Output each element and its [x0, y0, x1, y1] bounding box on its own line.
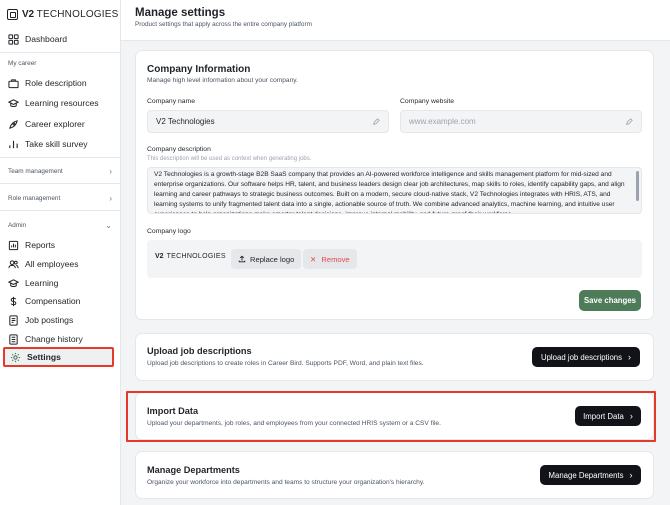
section-admin[interactable]: Admin ⌄	[8, 221, 112, 230]
manage-departments-card: Manage Departments Organize your workfor…	[135, 451, 654, 499]
history-list-icon	[9, 333, 18, 345]
dollar-icon	[10, 296, 17, 306]
company-website-input[interactable]: www.example.com	[400, 110, 642, 133]
sidebar-item-compensation[interactable]: Compensation	[8, 292, 80, 310]
chevron-right-icon: ›	[109, 194, 112, 203]
card-description: Organize your workforce into departments…	[147, 479, 425, 486]
sidebar-item-dashboard[interactable]: Dashboard	[8, 30, 67, 48]
card-description: Upload job descriptions to create roles …	[147, 360, 424, 367]
divider	[0, 183, 120, 184]
page-title: Manage settings	[135, 7, 226, 19]
sidebar-item-career-explorer[interactable]: Career explorer	[8, 115, 85, 133]
briefcase-icon	[8, 78, 19, 88]
chevron-right-icon: ›	[629, 470, 633, 480]
dashboard-grid-icon	[8, 33, 19, 45]
logo-area: V2 TECHNOLOGIES Replace logo ✕ Remove	[147, 240, 642, 278]
edit-pencil-icon	[372, 117, 380, 125]
sidebar-item-role-description[interactable]: Role description	[8, 74, 87, 92]
section-my-career: My career	[8, 60, 37, 67]
sidebar-item-all-employees[interactable]: All employees	[8, 255, 79, 273]
logo-mark-icon	[7, 9, 18, 20]
manage-departments-button[interactable]: Manage Departments ›	[540, 465, 641, 485]
sidebar-item-job-postings[interactable]: Job postings	[8, 311, 73, 329]
company-name-label: Company name	[147, 98, 195, 105]
sidebar-item-reports[interactable]: Reports	[8, 236, 55, 254]
card-description: Manage high level information about your…	[147, 77, 298, 84]
upload-job-descriptions-card: Upload job descriptions Upload job descr…	[135, 333, 654, 381]
section-team-management[interactable]: Team management ›	[8, 167, 112, 176]
company-description-textarea[interactable]: V2 Technologies is a growth-stage B2B Sa…	[147, 167, 642, 214]
remove-logo-button[interactable]: ✕ Remove	[303, 249, 357, 269]
card-title: Company Information	[147, 64, 251, 75]
edit-pencil-icon	[625, 117, 633, 125]
company-logo-label: Company logo	[147, 228, 191, 235]
compass-icon	[9, 119, 18, 129]
replace-logo-button[interactable]: Replace logo	[231, 249, 302, 269]
company-description-label: Company description	[147, 146, 211, 153]
bar-chart-icon	[9, 140, 18, 148]
page-subtitle: Product settings that apply across the e…	[135, 21, 312, 28]
sidebar-item-learning[interactable]: Learning	[8, 274, 58, 292]
company-information-card: Company Information Manage high level in…	[135, 50, 654, 320]
sidebar-item-change-history[interactable]: Change history	[8, 330, 83, 348]
graduation-cap-icon	[8, 278, 19, 287]
close-icon: ✕	[310, 254, 317, 264]
brand-logo[interactable]: V2 TECHNOLOGIES	[7, 9, 119, 20]
company-description-hint: This description will be used as context…	[147, 156, 312, 162]
chevron-right-icon: ›	[109, 167, 112, 176]
gear-icon	[10, 352, 21, 362]
chevron-right-icon: ›	[628, 352, 632, 362]
users-icon	[8, 259, 19, 268]
company-name-input[interactable]: V2 Technologies	[147, 110, 389, 133]
chevron-down-icon: ⌄	[105, 221, 112, 230]
graduation-cap-icon	[8, 98, 19, 107]
scrollbar[interactable]	[636, 171, 639, 201]
card-title: Manage Departments	[147, 465, 240, 475]
save-changes-button[interactable]: Save changes	[579, 290, 641, 311]
upload-icon	[238, 255, 246, 263]
sidebar: V2 TECHNOLOGIES Dashboard My career Role…	[0, 0, 121, 505]
company-logo-image: V2 TECHNOLOGIES	[155, 253, 226, 260]
highlight-box	[126, 391, 656, 442]
document-icon	[9, 314, 18, 326]
card-title: Upload job descriptions	[147, 346, 252, 356]
section-role-management[interactable]: Role management ›	[8, 194, 112, 203]
divider	[0, 157, 120, 158]
sidebar-item-learning-resources[interactable]: Learning resources	[8, 94, 99, 112]
page-header: Manage settings Product settings that ap…	[121, 0, 670, 41]
company-website-label: Company website	[400, 98, 455, 105]
sidebar-item-take-skill-survey[interactable]: Take skill survey	[8, 135, 88, 153]
divider	[0, 52, 120, 53]
divider	[0, 210, 120, 211]
sidebar-item-settings[interactable]: Settings	[3, 347, 114, 367]
reports-icon	[8, 240, 19, 250]
upload-job-descriptions-button[interactable]: Upload job descriptions ›	[532, 347, 640, 367]
